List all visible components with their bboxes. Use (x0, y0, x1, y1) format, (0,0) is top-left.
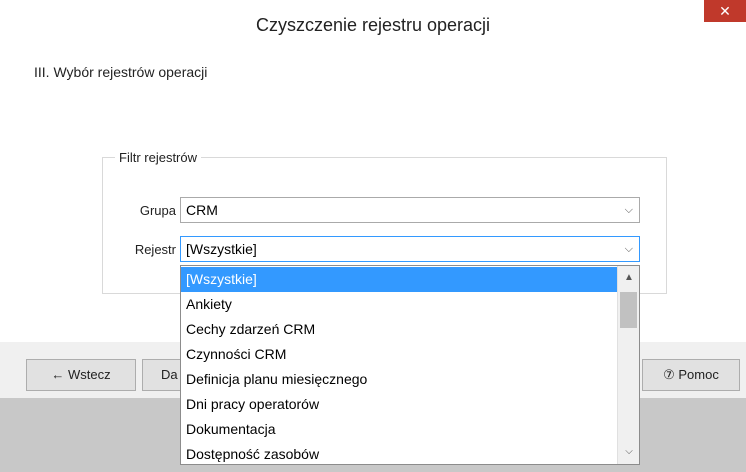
help-button[interactable]: ⑦ Pomoc (642, 359, 740, 391)
group-select[interactable]: CRM ⌵ (180, 197, 640, 223)
list-item[interactable]: Dni pracy operatorów (181, 392, 617, 417)
register-select[interactable]: [Wszystkie] ⌵ (180, 236, 640, 262)
register-dropdown-list[interactable]: [Wszystkie] Ankiety Cechy zdarzeń CRM Cz… (180, 265, 640, 465)
scroll-down-icon[interactable]: ⌵ (618, 442, 640, 462)
section-title: III. Wybór rejestrów operacji (34, 64, 208, 80)
list-item[interactable]: Ankiety (181, 292, 617, 317)
back-button[interactable]: ← Wstecz (26, 359, 136, 391)
back-button-label: ← Wstecz (51, 367, 111, 382)
list-item[interactable]: Dokumentacja (181, 417, 617, 442)
list-item[interactable]: Definicja planu miesięcznego (181, 367, 617, 392)
filter-legend: Filtr rejestrów (115, 150, 202, 165)
list-item[interactable]: Dostępność zasobów (181, 442, 617, 464)
dropdown-scrollbar[interactable]: ▲ ⌵ (617, 266, 639, 464)
close-button[interactable]: ✕ (704, 0, 746, 22)
register-select-value: [Wszystkie] (186, 241, 257, 257)
title-bar: Czyszczenie rejestru operacji (0, 0, 746, 46)
scroll-up-icon[interactable]: ▲ (618, 268, 640, 288)
chevron-down-icon: ⌵ (624, 243, 633, 255)
scrollbar-thumb[interactable] (620, 292, 637, 328)
group-select-value: CRM (186, 202, 218, 218)
list-item[interactable]: Czynności CRM (181, 342, 617, 367)
help-button-label: ⑦ Pomoc (663, 367, 719, 382)
list-item[interactable]: Cechy zdarzeń CRM (181, 317, 617, 342)
list-item[interactable]: [Wszystkie] (181, 267, 617, 292)
window-title: Czyszczenie rejestru operacji (255, 15, 491, 35)
close-icon: ✕ (719, 3, 731, 19)
chevron-down-icon: ⌵ (624, 204, 633, 216)
register-label: Rejestr (134, 242, 176, 257)
next-button-label: Da (161, 367, 178, 382)
group-label: Grupa (139, 203, 176, 218)
